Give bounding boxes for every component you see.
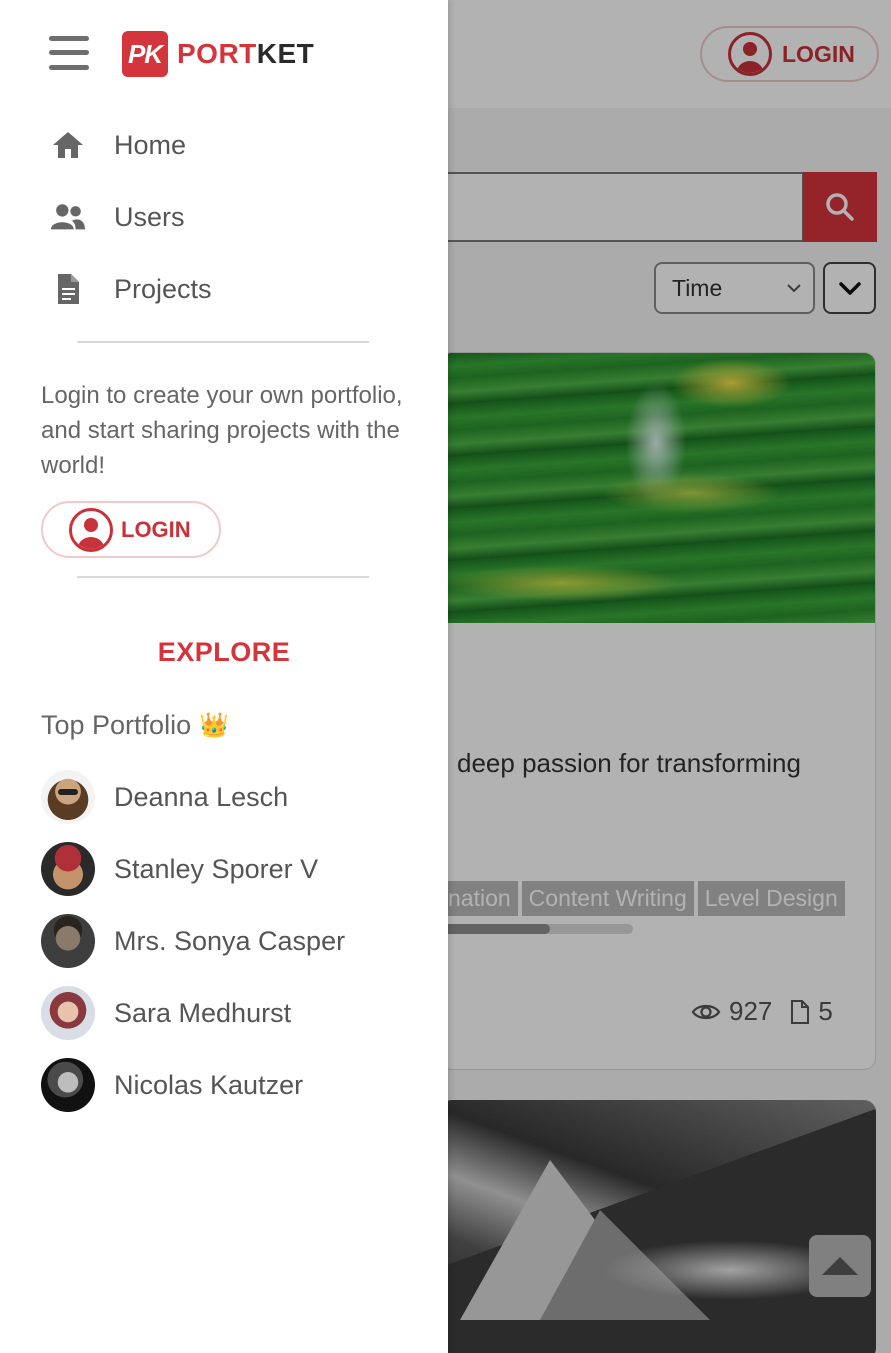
navigation-drawer: PK PORTKET Home Users Projects Login to … bbox=[0, 0, 448, 1353]
drawer-login-label: LOGIN bbox=[121, 516, 191, 542]
top-portfolio-label: Top Portfolio bbox=[41, 710, 192, 740]
top-portfolio-item[interactable]: Sara Medhurst bbox=[41, 985, 291, 1041]
portfolio-name: Mrs. Sonya Casper bbox=[114, 925, 346, 956]
portfolio-name: Nicolas Kautzer bbox=[114, 1069, 304, 1100]
login-prompt-text: Login to create your own portfolio, and … bbox=[41, 382, 403, 479]
portfolio-name: Deanna Lesch bbox=[114, 781, 289, 812]
page: LOGIN Time deep passion for transforming… bbox=[0, 0, 891, 1353]
top-portfolio-item[interactable]: Nicolas Kautzer bbox=[41, 1057, 303, 1113]
top-portfolio-item[interactable]: Stanley Sporer V bbox=[41, 841, 318, 897]
crown-icon: 👑 bbox=[199, 712, 229, 739]
avatar bbox=[41, 1058, 95, 1112]
top-portfolio-item[interactable]: Mrs. Sonya Casper bbox=[41, 913, 345, 969]
nav-item-projects[interactable]: Projects bbox=[50, 265, 212, 313]
avatar bbox=[41, 770, 95, 824]
document-icon bbox=[50, 271, 86, 307]
logo-mark: PK bbox=[122, 31, 168, 77]
top-portfolio-item[interactable]: Deanna Lesch bbox=[41, 769, 288, 825]
avatar bbox=[41, 914, 95, 968]
avatar bbox=[41, 842, 95, 896]
portfolio-name: Sara Medhurst bbox=[114, 997, 292, 1028]
menu-icon[interactable] bbox=[49, 36, 89, 70]
user-icon bbox=[69, 507, 113, 552]
nav-item-label: Users bbox=[114, 201, 185, 232]
divider bbox=[77, 341, 369, 343]
app-logo[interactable]: PK PORTKET bbox=[122, 31, 314, 77]
logo-text: PORTKET bbox=[177, 38, 315, 69]
portfolio-name: Stanley Sporer V bbox=[114, 853, 319, 884]
nav-item-home[interactable]: Home bbox=[50, 121, 186, 169]
home-icon bbox=[50, 127, 86, 163]
nav-item-label: Home bbox=[114, 129, 187, 160]
nav-item-label: Projects bbox=[114, 273, 212, 304]
avatar bbox=[41, 986, 95, 1040]
nav-item-users[interactable]: Users bbox=[50, 193, 185, 241]
explore-heading: EXPLORE bbox=[157, 637, 291, 667]
top-portfolio-heading: Top Portfolio 👑 bbox=[41, 710, 229, 741]
drawer-login-button[interactable]: LOGIN bbox=[41, 501, 221, 558]
divider bbox=[77, 576, 369, 578]
users-icon bbox=[50, 199, 86, 235]
